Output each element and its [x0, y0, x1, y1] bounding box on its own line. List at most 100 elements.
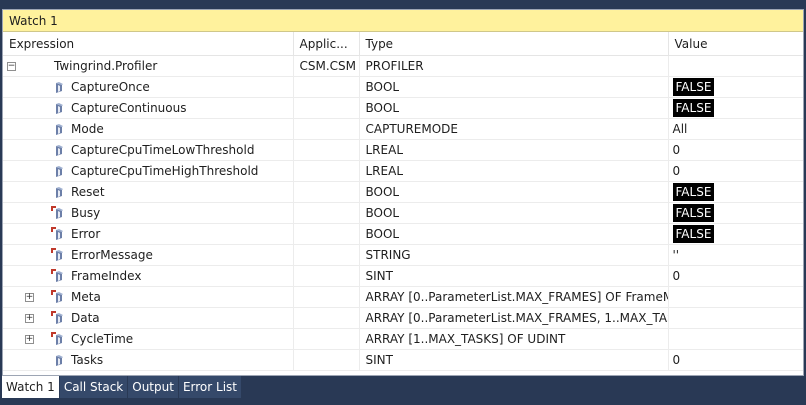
variable-icon	[51, 101, 65, 115]
expression-wrapper: Reset	[3, 182, 292, 202]
expression-cell[interactable]: ErrorMessage	[3, 244, 294, 266]
watch-row[interactable]: + CycleTime ARRAY [1..MAX_TASKS] OF UDINT	[3, 328, 803, 350]
application-cell	[293, 139, 360, 161]
output-variable-icon	[51, 227, 65, 241]
watch-title-bar[interactable]: Watch 1	[3, 10, 803, 32]
bottom-frame	[0, 398, 806, 405]
value-cell[interactable]: FALSE	[668, 181, 803, 203]
watch-panel: Watch 1 Expression Applic... Type Value …	[2, 9, 804, 376]
expression-name: CaptureCpuTimeLowThreshold	[71, 143, 255, 157]
variable-icon	[51, 80, 65, 94]
expression-cell[interactable]: CaptureContinuous	[3, 97, 294, 119]
application-cell	[293, 307, 360, 329]
value-cell[interactable]: 0	[668, 349, 803, 371]
type-cell: BOOL	[359, 181, 669, 203]
expression-name: Tasks	[71, 353, 104, 367]
value-cell[interactable]: 0	[668, 160, 803, 182]
tab-call-stack[interactable]: Call Stack	[59, 376, 128, 398]
value-cell[interactable]: FALSE	[668, 223, 803, 245]
watch-row[interactable]: FrameIndex SINT 0	[3, 265, 803, 287]
value-cell[interactable]: 0	[668, 265, 803, 287]
value-badge: FALSE	[672, 183, 715, 201]
output-variable-icon	[51, 311, 65, 325]
expression-wrapper: CaptureContinuous	[3, 98, 292, 118]
value-cell[interactable]	[668, 55, 803, 77]
collapse-toggle-icon[interactable]: −	[7, 61, 16, 71]
watch-row[interactable]: Tasks SINT 0	[3, 349, 803, 371]
value-text: 0	[672, 269, 681, 283]
value-cell[interactable]	[668, 286, 803, 308]
value-cell[interactable]	[668, 328, 803, 350]
expression-cell[interactable]: Error	[3, 223, 294, 245]
expand-toggle-icon[interactable]: +	[25, 334, 34, 344]
watch-row[interactable]: CaptureContinuous BOOL FALSE	[3, 97, 803, 119]
expression-name: CaptureCpuTimeHighThreshold	[71, 164, 259, 178]
expression-cell[interactable]: + CycleTime	[3, 328, 294, 350]
watch-row[interactable]: + Data ARRAY [0..ParameterList.MAX_FRAMES,…	[3, 307, 803, 329]
type-cell: BOOL	[359, 202, 669, 224]
expand-toggle-icon[interactable]: +	[25, 313, 34, 323]
type-cell: ARRAY [0..ParameterList.MAX_FRAMES, 1..M…	[359, 307, 669, 329]
watch-row[interactable]: Mode CAPTUREMODE All	[3, 118, 803, 140]
output-variable-icon	[51, 332, 65, 346]
expression-cell[interactable]: Mode	[3, 118, 294, 140]
expression-cell[interactable]: Reset	[3, 181, 294, 203]
expression-cell[interactable]: Busy	[3, 202, 294, 224]
value-badge: FALSE	[672, 99, 715, 117]
type-cell: ARRAY [1..MAX_TASKS] OF UDINT	[359, 328, 669, 350]
watch-row[interactable]: CaptureCpuTimeHighThreshold LREAL 0	[3, 160, 803, 182]
tab-output[interactable]: Output	[128, 376, 178, 398]
application-cell	[293, 118, 360, 140]
expression-wrapper: + Data	[3, 308, 292, 328]
type-cell: SINT	[359, 349, 669, 371]
watch-row[interactable]: Error BOOL FALSE	[3, 223, 803, 245]
watch-row[interactable]: CaptureOnce BOOL FALSE	[3, 76, 803, 98]
watch-row[interactable]: + Meta ARRAY [0..ParameterList.MAX_FRAMES]…	[3, 286, 803, 308]
column-header-application[interactable]: Applic...	[293, 32, 360, 56]
column-header-type[interactable]: Type	[359, 32, 669, 56]
tab-watch-1[interactable]: Watch 1	[2, 376, 59, 398]
value-cell[interactable]	[668, 307, 803, 329]
output-variable-icon	[51, 290, 65, 304]
type-cell: PROFILER	[359, 55, 669, 77]
watch-row[interactable]: CaptureCpuTimeLowThreshold LREAL 0	[3, 139, 803, 161]
column-header-expression[interactable]: Expression	[3, 32, 294, 56]
output-variable-icon	[51, 269, 65, 283]
expression-cell[interactable]: FrameIndex	[3, 265, 294, 287]
expression-wrapper: − Twingrind.Profiler	[3, 56, 292, 76]
variable-icon	[51, 143, 65, 157]
expand-toggle-icon[interactable]: +	[25, 292, 34, 302]
value-cell[interactable]: ''	[668, 244, 803, 266]
application-cell	[293, 160, 360, 182]
value-cell[interactable]: All	[668, 118, 803, 140]
watch-row[interactable]: − Twingrind.Profiler CSM.CSM PROFILER	[3, 55, 803, 77]
expression-name: Error	[71, 227, 101, 241]
type-cell: BOOL	[359, 76, 669, 98]
expression-cell[interactable]: + Data	[3, 307, 294, 329]
value-cell[interactable]: FALSE	[668, 202, 803, 224]
value-cell[interactable]: 0	[668, 139, 803, 161]
expression-cell[interactable]: CaptureCpuTimeLowThreshold	[3, 139, 294, 161]
value-text: 0	[672, 353, 681, 367]
watch-row[interactable]: Busy BOOL FALSE	[3, 202, 803, 224]
expression-wrapper: + CycleTime	[3, 329, 292, 349]
expression-cell[interactable]: CaptureOnce	[3, 76, 294, 98]
expression-name: Mode	[71, 122, 104, 136]
expression-name: Twingrind.Profiler	[54, 59, 158, 73]
expression-wrapper: Tasks	[3, 350, 292, 370]
type-cell: ARRAY [0..ParameterList.MAX_FRAMES] OF F…	[359, 286, 669, 308]
watch-row[interactable]: ErrorMessage STRING ''	[3, 244, 803, 266]
value-cell[interactable]: FALSE	[668, 76, 803, 98]
value-cell[interactable]: FALSE	[668, 97, 803, 119]
watch-table: Expression Applic... Type Value − Twingri…	[3, 32, 803, 371]
expression-cell[interactable]: − Twingrind.Profiler	[3, 55, 294, 77]
tab-error-list[interactable]: Error List	[178, 376, 241, 398]
watch-row[interactable]: Reset BOOL FALSE	[3, 181, 803, 203]
column-header-value[interactable]: Value	[668, 32, 803, 56]
type-cell: BOOL	[359, 97, 669, 119]
expression-cell[interactable]: Tasks	[3, 349, 294, 371]
expression-cell[interactable]: CaptureCpuTimeHighThreshold	[3, 160, 294, 182]
application-cell	[293, 97, 360, 119]
expression-cell[interactable]: + Meta	[3, 286, 294, 308]
variable-icon	[51, 122, 65, 136]
